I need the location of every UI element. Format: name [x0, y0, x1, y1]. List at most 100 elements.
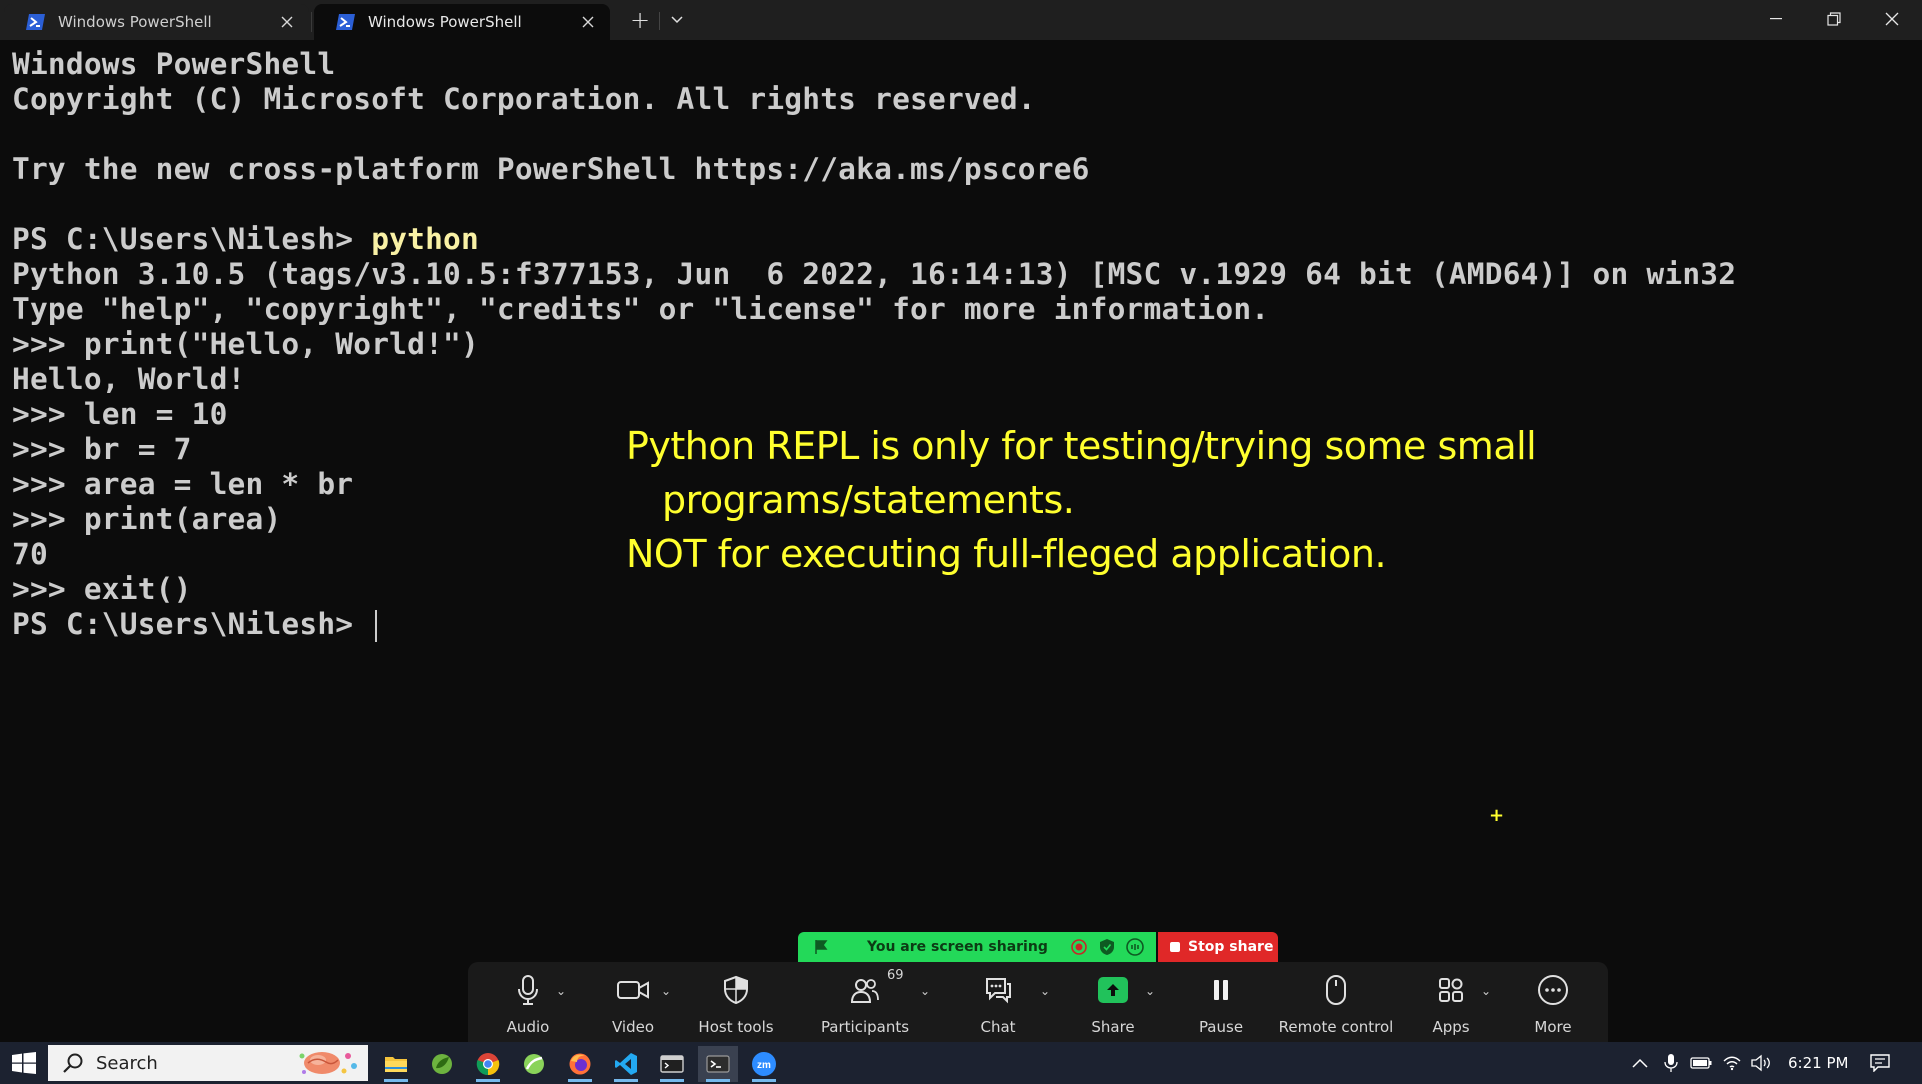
prompt-text: PS C:\Users\Nilesh> [12, 607, 372, 641]
screen-sharing-banner[interactable]: You are screen sharing [798, 932, 1156, 962]
chevron-up-icon [1632, 1058, 1648, 1068]
windows-start-icon[interactable] [12, 1052, 36, 1074]
tab-divider [311, 12, 312, 32]
stop-share-label: Stop share [1188, 939, 1274, 955]
host-tools-button[interactable]: Host tools [694, 962, 778, 1042]
shield-icon [724, 975, 748, 1005]
typed-command: python [371, 222, 479, 256]
title-bar: Windows PowerShell Windows PowerShell + [0, 0, 1922, 40]
video-options-chevron-icon[interactable]: ⌄ [661, 984, 671, 998]
svg-text:zm: zm [757, 1060, 771, 1071]
flag-icon [815, 940, 828, 954]
taskbar-vscode[interactable] [606, 1046, 646, 1082]
terminal-line: >>> br = 7 [12, 432, 192, 466]
taskbar-file-explorer[interactable] [376, 1046, 416, 1082]
restore-button[interactable] [1806, 0, 1862, 38]
taskbar-terminal-window[interactable] [652, 1046, 692, 1082]
taskbar-zoom[interactable]: zm [744, 1046, 784, 1082]
file-explorer-icon [385, 1057, 407, 1072]
show-hidden-icons-button[interactable] [1632, 1042, 1648, 1084]
search-highlight-brain-icon [299, 1052, 357, 1074]
tab-powershell-1[interactable]: Windows PowerShell [4, 4, 309, 40]
taskbar-leaf-app[interactable] [514, 1046, 554, 1082]
volume-icon [1751, 1054, 1770, 1072]
minimize-button[interactable] [1748, 0, 1804, 38]
minimize-icon [1770, 18, 1782, 20]
remote-control-label: Remote control [1278, 1018, 1394, 1036]
restore-icon [1827, 12, 1841, 26]
pause-label: Pause [1198, 1018, 1244, 1036]
stop-share-button[interactable]: Stop share [1158, 932, 1278, 962]
annotation-line: programs/statements. [662, 478, 1075, 522]
tab-title: Windows PowerShell [368, 13, 522, 31]
notification-icon [1870, 1054, 1890, 1072]
ai-companion-icon[interactable] [1126, 938, 1144, 956]
tab-powershell-2[interactable]: Windows PowerShell [314, 4, 610, 40]
apps-options-chevron-icon[interactable]: ⌄ [1481, 984, 1491, 998]
audio-options-chevron-icon[interactable]: ⌄ [556, 984, 566, 998]
pause-share-button[interactable]: Pause [1191, 962, 1251, 1042]
sharing-status-text: You are screen sharing [867, 939, 1048, 955]
spring-tool-icon [432, 1054, 452, 1074]
taskbar-windows-terminal[interactable] [698, 1046, 738, 1082]
microphone-icon [1664, 1054, 1678, 1072]
terminal-output[interactable]: Windows PowerShell Copyright (C) Microso… [0, 40, 1922, 1040]
apps-icon [1439, 978, 1463, 1002]
share-button[interactable]: Share [1083, 962, 1143, 1042]
prompt-text: PS C:\Users\Nilesh> [12, 222, 372, 256]
apps-button[interactable]: Apps [1426, 962, 1476, 1042]
terminal-line: Python 3.10.5 (tags/v3.10.5:f377153, Jun… [12, 257, 1737, 291]
tab-divider [659, 12, 660, 30]
terminal-line: Hello, World! [12, 362, 246, 396]
remote-control-button[interactable]: Remote control [1278, 962, 1394, 1042]
tray-microphone[interactable] [1664, 1042, 1678, 1084]
terminal-line: >>> print(area) [12, 502, 282, 536]
share-options-chevron-icon[interactable]: ⌄ [1145, 984, 1155, 998]
chat-button[interactable]: Chat [970, 962, 1026, 1042]
terminal-line: >>> print("Hello, World!") [12, 327, 479, 361]
text-cursor [375, 609, 378, 642]
tab-dropdown-button[interactable] [664, 6, 690, 34]
taskbar-clock[interactable]: 6:21 PM [1788, 1054, 1848, 1072]
taskbar-spring-tool[interactable] [422, 1046, 462, 1082]
terminal-prompt-line[interactable]: PS C:\Users\Nilesh> [12, 607, 378, 642]
terminal-line: Windows PowerShell [12, 47, 336, 81]
powershell-icon [336, 13, 356, 31]
terminal-line: >>> len = 10 [12, 397, 228, 431]
crosshair-cursor-icon: + [1489, 805, 1505, 826]
microphone-icon [518, 975, 538, 1005]
search-icon [63, 1053, 83, 1073]
taskbar-chrome[interactable] [468, 1046, 508, 1082]
terminal-line: 70 [12, 537, 48, 571]
audio-label: Audio [506, 1018, 550, 1036]
share-arrow-icon [1107, 984, 1119, 996]
notification-center-button[interactable] [1870, 1042, 1890, 1084]
new-tab-button[interactable]: + [625, 6, 655, 34]
chevron-down-icon [671, 16, 683, 24]
taskbar-search-box[interactable]: Search [48, 1045, 368, 1081]
participants-icon [850, 979, 879, 1003]
more-button[interactable]: More [1525, 962, 1581, 1042]
battery-icon [1690, 1057, 1712, 1069]
chat-options-chevron-icon[interactable]: ⌄ [1040, 984, 1050, 998]
close-window-button[interactable] [1864, 0, 1920, 38]
audio-button[interactable]: Audio [498, 962, 558, 1042]
taskbar-firefox[interactable] [560, 1046, 600, 1082]
powershell-terminal-icon [706, 1055, 730, 1073]
annotation-line: Python REPL is only for testing/trying s… [626, 424, 1537, 468]
tray-wifi[interactable] [1722, 1042, 1742, 1084]
close-tab-icon[interactable] [576, 10, 600, 34]
record-icon[interactable] [1070, 938, 1088, 956]
host-tools-label: Host tools [698, 1018, 774, 1036]
powershell-icon [26, 13, 46, 31]
close-tab-icon[interactable] [275, 10, 299, 34]
tray-battery[interactable] [1690, 1042, 1712, 1084]
wifi-icon [1723, 1056, 1741, 1071]
security-shield-icon[interactable] [1098, 938, 1116, 956]
chrome-icon [476, 1053, 500, 1076]
participants-options-chevron-icon[interactable]: ⌄ [920, 984, 930, 998]
video-button[interactable]: Video [603, 962, 663, 1042]
more-label: More [1534, 1018, 1572, 1036]
tray-volume[interactable] [1750, 1042, 1772, 1084]
chat-icon [986, 978, 1011, 1004]
